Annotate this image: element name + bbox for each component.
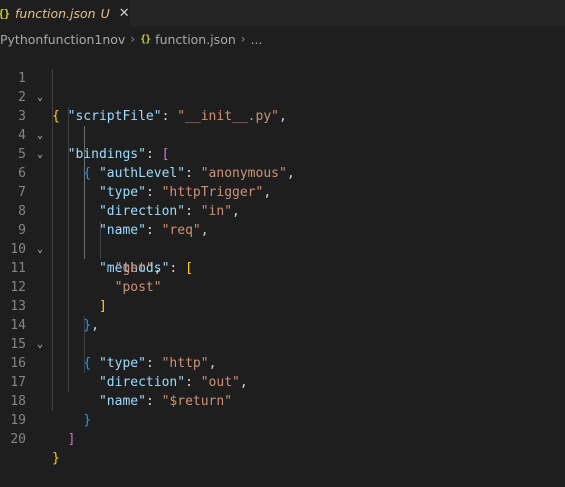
code-line: 14 ⌄ {: [0, 297, 565, 371]
code-line: 17 "name": "$return": [0, 354, 565, 409]
code-line: 6 "type": "httpTrigger",: [0, 145, 565, 200]
tab-function-json[interactable]: {} function.json U ✕: [0, 0, 130, 26]
code-editor[interactable]: 1 ⌄ { 2 "scriptFile": "__init__.py", 3 ⌄…: [0, 50, 565, 466]
tab-label: function.json: [15, 5, 96, 21]
code-line: 13 },: [0, 278, 565, 333]
code-line: 9 ⌄ "methods": [: [0, 202, 565, 276]
code-line: 8 "name": "req",: [0, 183, 565, 238]
code-line: 2 "scriptFile": "__init__.py",: [0, 69, 565, 124]
line-number: 20: [10, 432, 26, 447]
code-line: 20 }: [0, 411, 565, 466]
code-line: 19 ]: [0, 392, 565, 447]
json-file-icon: {}: [140, 33, 151, 45]
code-line: 12 ]: [0, 259, 565, 314]
chevron-right-icon: ›: [240, 32, 246, 46]
code-line: 16 "direction": "out",: [0, 335, 565, 390]
bracket: }: [52, 451, 60, 466]
breadcrumb-file[interactable]: function.json: [155, 32, 236, 47]
close-icon[interactable]: ✕: [119, 6, 130, 21]
json-file-icon: {}: [0, 6, 10, 20]
untracked-status-badge: U: [100, 5, 110, 21]
tab-bar: {} function.json U ✕: [0, 0, 565, 26]
code-line: 5 "authLevel": "anonymous",: [0, 126, 565, 181]
breadcrumb: Pythonfunction1nov › {} function.json › …: [0, 28, 565, 50]
code-line: 1 ⌄ {: [0, 50, 565, 124]
code-line: 3 ⌄ "bindings": [: [0, 88, 565, 162]
code-line: 18 }: [0, 373, 565, 428]
bracket: ]: [67, 432, 76, 447]
chevron-right-icon: ›: [130, 32, 136, 46]
breadcrumb-symbols[interactable]: ...: [251, 32, 263, 47]
breadcrumb-folder[interactable]: Pythonfunction1nov: [0, 32, 125, 47]
code-line: 4 ⌄ {: [0, 107, 565, 181]
code-line: 7 "direction": "in",: [0, 164, 565, 219]
code-line: 10 "get",: [0, 221, 565, 276]
code-line: 11 "post": [0, 240, 565, 295]
code-line: 15 "type": "http",: [0, 316, 565, 371]
